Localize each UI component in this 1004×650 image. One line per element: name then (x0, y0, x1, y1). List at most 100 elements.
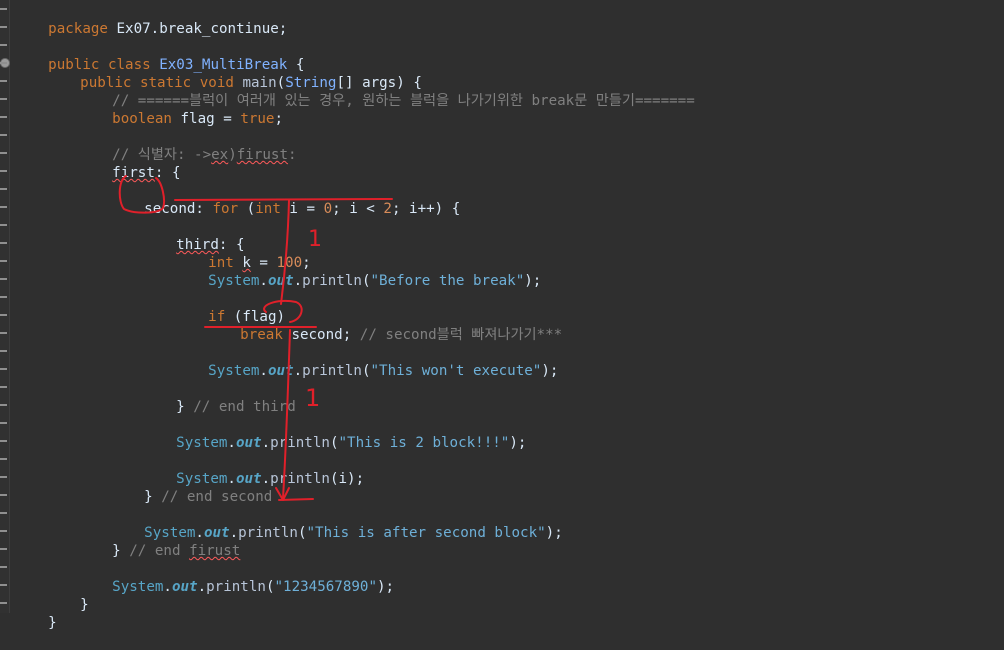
dot: . (227, 435, 236, 451)
punctuation: ); (347, 471, 365, 487)
code-line-close-method[interactable]: } (46, 578, 89, 613)
code-line-comment[interactable]: // ======블럭이 여러개 있는 경우, 원하는 블럭을 나가기위한 br… (78, 74, 695, 109)
semicolon: ; (342, 327, 352, 343)
static-field: out (267, 363, 294, 379)
gutter-tick (0, 494, 7, 496)
code-line-main-decl[interactable]: public static void main(String[] args) { (46, 56, 422, 91)
punctuation: ); (545, 525, 563, 541)
gutter-tick (0, 44, 7, 46)
code-line-third-label[interactable]: third: { (142, 218, 244, 253)
label-name: second (144, 201, 196, 217)
gutter-tick (0, 458, 7, 460)
variable-name: i (280, 201, 298, 217)
punctuation: ( (238, 201, 256, 217)
dot: . (259, 273, 268, 289)
method-call: println (206, 579, 266, 595)
punctuation: ); (376, 579, 395, 595)
code-line-close-class[interactable]: } (14, 596, 57, 631)
method-call: println (270, 471, 330, 487)
gutter-tick (0, 8, 7, 10)
label-name: first (112, 165, 155, 181)
editor-gutter[interactable] (0, 0, 10, 613)
dot: . (293, 273, 303, 289)
gutter-tick (0, 116, 7, 118)
gutter-tick (0, 314, 7, 316)
gutter-tick (0, 548, 7, 550)
code-line-println-2block[interactable]: System.out.println("This is 2 block!!!")… (142, 416, 526, 451)
code-line-for-loop[interactable]: second: for (int i = 0; i < 2; i++) { (110, 182, 460, 217)
arrow-bar (278, 498, 314, 501)
code-line-if-flag[interactable]: if (flag) (174, 290, 285, 325)
keyword: boolean (112, 111, 181, 127)
gutter-tick (0, 512, 7, 514)
comment: ) (228, 147, 237, 163)
code-line-int-k[interactable]: int k = 100; (174, 236, 311, 271)
code-line-package[interactable]: package Ex07.break_continue; (14, 2, 287, 37)
code-line-first-label[interactable]: first: { (78, 146, 180, 181)
gutter-tick (0, 80, 7, 82)
gutter-tick (0, 584, 7, 586)
gutter-tick (0, 566, 7, 568)
comment: // end third (193, 399, 296, 415)
keyword: break (240, 327, 283, 343)
gutter-tick (0, 368, 7, 370)
comment: : (288, 147, 297, 163)
comment: // end (129, 543, 190, 559)
code-line-end-third[interactable]: } // end third (142, 380, 296, 415)
gutter-tick (0, 98, 7, 100)
method-call: println (270, 435, 330, 451)
comment-misspelled: firust (236, 147, 289, 163)
gutter-tick (0, 530, 7, 532)
literal: true (240, 111, 275, 127)
operator: = (297, 201, 324, 217)
code-line-comment-identifier[interactable]: // 식별자: ->ex)firust: (78, 128, 296, 163)
punctuation: ); (541, 363, 559, 379)
code-line-println-i[interactable]: System.out.println(i); (142, 452, 364, 487)
method-call: println (302, 273, 362, 289)
brace: } (48, 615, 57, 631)
string-literal: "This is after second block" (306, 525, 546, 541)
brace: } (112, 543, 130, 559)
punctuation: ++) { (417, 201, 461, 217)
gutter-tick (0, 332, 7, 334)
gutter-tick (0, 206, 7, 208)
gutter-tick (0, 404, 7, 406)
gutter-tick (0, 224, 7, 226)
punctuation: : (195, 201, 213, 217)
string-literal: "1234567890" (274, 579, 377, 595)
number: 0 (323, 201, 333, 217)
code-editor[interactable]: package Ex07.break_continue; public clas… (0, 0, 1004, 631)
gutter-tick (0, 188, 7, 190)
code-line-end-first[interactable]: } // end firust (78, 524, 240, 559)
operator: < (357, 201, 384, 217)
semicolon: ; (274, 111, 284, 127)
variable-name: i (338, 471, 348, 487)
code-line-println-before[interactable]: System.out.println("Before the break"); (174, 254, 541, 289)
string-literal: "Before the break" (370, 273, 525, 289)
dot: . (197, 579, 207, 595)
code-line-end-second[interactable]: } // end second (110, 470, 272, 505)
comment-misspelled: ex (211, 147, 229, 163)
gutter-tick (0, 260, 7, 262)
dot: . (163, 579, 172, 595)
code-line-println-wont[interactable]: System.out.println("This won't execute")… (174, 344, 558, 379)
keyword: package (48, 21, 108, 37)
class-ref: System (176, 435, 228, 451)
code-line-class-decl[interactable]: public class Ex03_MultiBreak { (14, 38, 304, 73)
brace: } (80, 597, 89, 613)
brace: } (176, 399, 194, 415)
class-ref: System (208, 363, 260, 379)
dot: . (261, 435, 271, 451)
static-field: out (235, 435, 262, 451)
code-line-flag[interactable]: boolean flag = true; (78, 92, 283, 127)
gutter-tick (0, 242, 7, 244)
gutter-tick (0, 134, 7, 136)
code-line-println-after[interactable]: System.out.println("This is after second… (110, 506, 563, 541)
code-line-println-numbers[interactable]: System.out.println("1234567890"); (78, 560, 394, 595)
punctuation: : { (154, 165, 181, 181)
package-name: Ex07.break_continue; (107, 21, 288, 37)
gutter-tick (0, 26, 7, 28)
operator: = (214, 111, 241, 127)
brace: } (144, 489, 162, 505)
code-line-break-second[interactable]: break second; // second블럭 빠져나가기*** (206, 308, 562, 343)
